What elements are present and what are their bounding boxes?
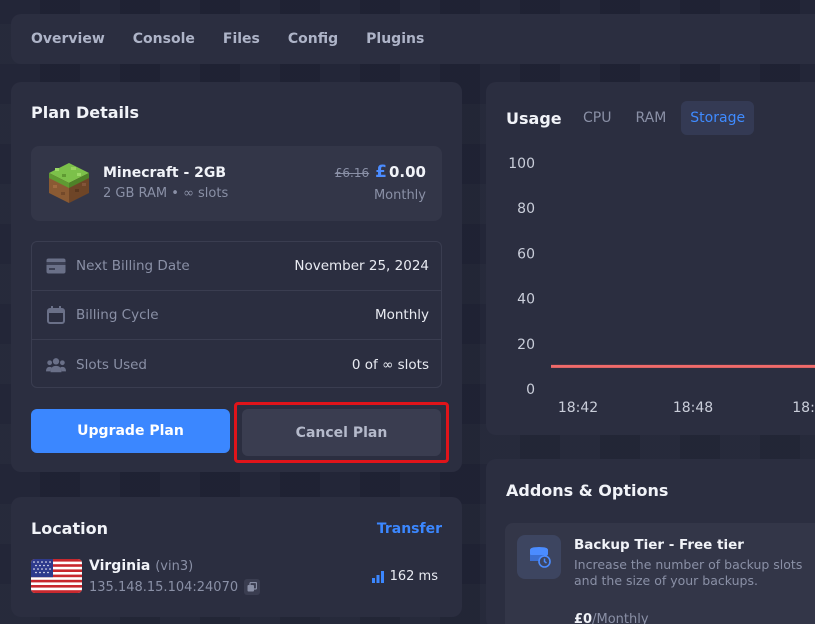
y-tick-label: 0 bbox=[526, 382, 535, 398]
usage-title: Usage bbox=[506, 109, 562, 128]
backup-icon bbox=[517, 535, 561, 579]
addon-price-period: /Monthly bbox=[592, 612, 649, 624]
top-navigation: Overview Console Files Config Plugins bbox=[11, 14, 815, 64]
billing-cycle-value: Monthly bbox=[374, 307, 429, 323]
location-name: Virginia (vin3) bbox=[89, 558, 193, 574]
server-ip: 135.148.15.104:24070 bbox=[89, 579, 239, 595]
nav-plugins[interactable]: Plugins bbox=[366, 31, 424, 47]
cancel-plan-highlight: Cancel Plan bbox=[234, 402, 449, 463]
nav-console[interactable]: Console bbox=[133, 31, 195, 47]
product-summary: Minecraft - 2GB 2 GB RAM • ∞ slots £6.16… bbox=[31, 146, 442, 221]
nav-overview[interactable]: Overview bbox=[31, 31, 105, 47]
y-tick-label: 40 bbox=[517, 292, 535, 308]
addons-card: Addons & Options Backup Tier - Free tier… bbox=[486, 459, 815, 624]
location-city: Virginia bbox=[89, 558, 151, 574]
row-next-billing-date: Next Billing Date November 25, 2024 bbox=[32, 242, 441, 291]
calendar-icon bbox=[46, 305, 66, 325]
usage-chart: 100 80 60 40 20 0 18:42 18:48 18:5 bbox=[508, 156, 815, 416]
tab-cpu[interactable]: CPU bbox=[574, 101, 620, 135]
y-tick-label: 20 bbox=[517, 337, 535, 353]
old-price: £6.16 bbox=[334, 166, 370, 180]
addon-description: Increase the number of backup slots and … bbox=[574, 557, 803, 588]
cancel-plan-button[interactable]: Cancel Plan bbox=[242, 409, 441, 456]
plan-info-table: Next Billing Date November 25, 2024 Bill… bbox=[31, 241, 442, 388]
copy-icon[interactable] bbox=[244, 579, 261, 595]
y-tick-label: 100 bbox=[508, 156, 535, 172]
us-flag-icon bbox=[31, 559, 82, 593]
plan-details-card: Plan Details Minecraft - 2GB 2 GB RAM • … bbox=[11, 82, 462, 472]
signal-bars-icon bbox=[371, 570, 384, 583]
addons-title: Addons & Options bbox=[506, 481, 669, 500]
usage-card: Usage CPU RAM Storage 100 80 60 40 20 0 18:42 1… bbox=[486, 82, 815, 435]
slots-used-label: Slots Used bbox=[76, 356, 147, 373]
product-specs: 2 GB RAM • ∞ slots bbox=[103, 186, 229, 201]
y-tick-label: 80 bbox=[517, 201, 535, 217]
x-tick-label: 18:5 bbox=[792, 400, 815, 416]
grass-block-icon bbox=[49, 163, 89, 203]
next-billing-date-label: Next Billing Date bbox=[76, 258, 190, 274]
product-name: Minecraft - 2GB bbox=[103, 165, 227, 181]
current-price: 0.00 bbox=[388, 163, 426, 181]
addon-title: Backup Tier - Free tier bbox=[574, 537, 744, 553]
next-billing-date-value: November 25, 2024 bbox=[294, 258, 429, 274]
addon-backup-tier[interactable]: Backup Tier - Free tier Increase the num… bbox=[505, 523, 815, 624]
x-tick-label: 18:48 bbox=[673, 400, 713, 416]
tab-ram[interactable]: RAM bbox=[626, 101, 675, 135]
location-card: Location Transfer Virginia (vin3) 135.14… bbox=[11, 497, 462, 617]
location-title: Location bbox=[31, 519, 108, 538]
tab-storage[interactable]: Storage bbox=[681, 101, 755, 135]
addon-price-amount: £0 bbox=[574, 612, 593, 624]
billing-cycle-label: Billing Cycle bbox=[76, 307, 159, 323]
usage-tabs: CPU RAM Storage bbox=[574, 101, 755, 135]
currency-symbol: £ bbox=[375, 162, 387, 182]
ping-value: 162 ms bbox=[389, 569, 438, 584]
price: £6.16 £ 0.00 bbox=[335, 162, 426, 182]
addon-price: £0/Monthly bbox=[574, 612, 649, 624]
x-tick-label: 18:42 bbox=[558, 400, 598, 416]
users-icon bbox=[46, 355, 66, 375]
slots-used-value: 0 of ∞ slots bbox=[351, 356, 429, 373]
nav-config[interactable]: Config bbox=[288, 31, 338, 47]
plan-details-title: Plan Details bbox=[31, 103, 140, 122]
upgrade-plan-button[interactable]: Upgrade Plan bbox=[31, 409, 230, 453]
nav-files[interactable]: Files bbox=[223, 31, 260, 47]
y-tick-label: 60 bbox=[517, 246, 535, 262]
ping-indicator: 162 ms bbox=[371, 569, 438, 584]
billing-period: Monthly bbox=[373, 188, 426, 203]
row-slots-used: Slots Used 0 of ∞ slots bbox=[32, 340, 441, 389]
row-billing-cycle: Billing Cycle Monthly bbox=[32, 291, 441, 340]
credit-card-icon bbox=[46, 256, 66, 276]
transfer-link[interactable]: Transfer bbox=[377, 521, 442, 537]
server-address: 135.148.15.104:24070 bbox=[89, 579, 261, 595]
location-code: (vin3) bbox=[155, 559, 194, 574]
